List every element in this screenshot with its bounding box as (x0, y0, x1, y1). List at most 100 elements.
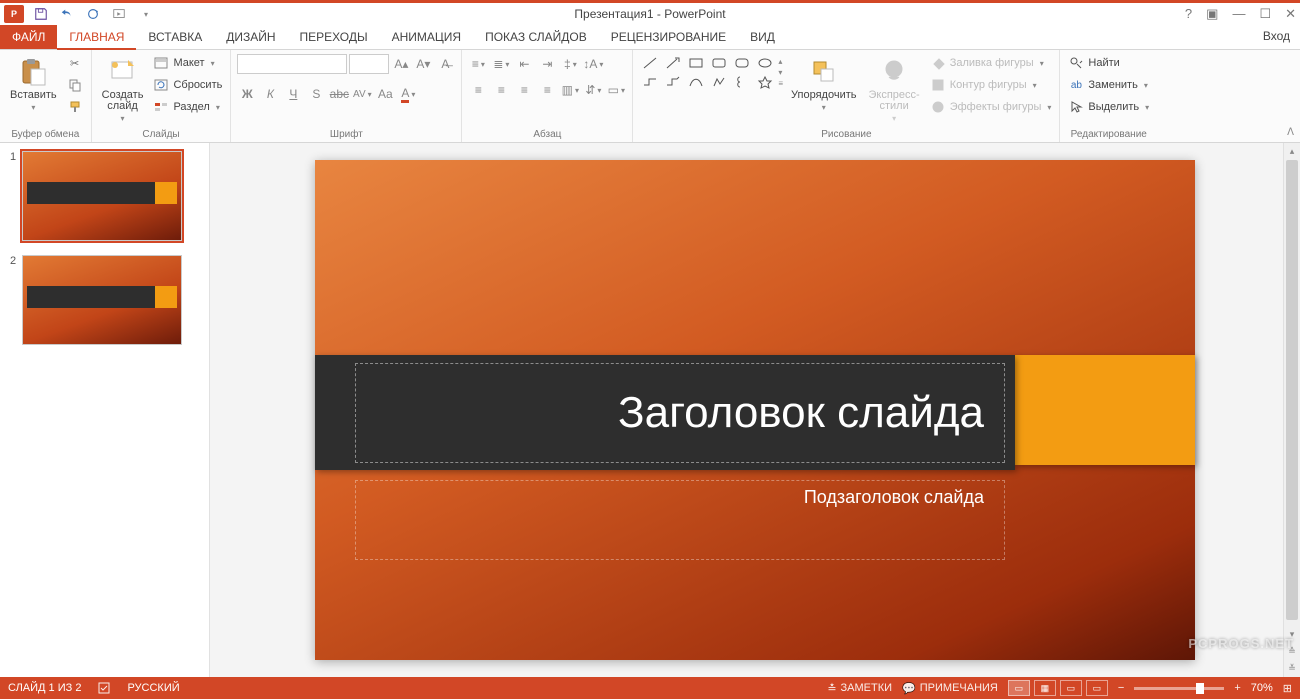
close-icon[interactable]: ✕ (1285, 6, 1296, 22)
line-spacing-button[interactable]: ‡ (560, 54, 580, 74)
undo-icon[interactable] (58, 5, 76, 23)
reset-button[interactable]: Сбросить (151, 76, 224, 94)
slide-thumbnail-2[interactable] (22, 255, 182, 345)
select-button[interactable]: Выделить (1066, 98, 1151, 116)
char-spacing-button[interactable]: AV (352, 84, 372, 104)
notes-button[interactable]: ≛ ЗАМЕТКИ (827, 682, 892, 695)
tab-view[interactable]: ВИД (738, 25, 787, 49)
gallery-more-icon[interactable]: ≡ (778, 79, 783, 88)
gallery-down-icon[interactable]: ▾ (778, 68, 783, 77)
font-name-combo[interactable] (237, 54, 347, 74)
arrange-button[interactable]: Упорядочить ▾ (787, 54, 860, 114)
spellcheck-icon[interactable] (97, 681, 111, 695)
quick-styles-button[interactable]: Экспресс- стили ▾ (865, 54, 924, 125)
normal-view-button[interactable]: ▭ (1008, 680, 1030, 696)
columns-button[interactable]: ▥ (560, 80, 580, 100)
shape-rect-icon[interactable] (685, 54, 707, 72)
align-right-button[interactable]: ≡ (514, 80, 534, 100)
maximize-icon[interactable]: ☐ (1259, 6, 1271, 22)
zoom-in-button[interactable]: + (1234, 682, 1240, 694)
decrease-indent-button[interactable]: ⇤ (514, 54, 534, 74)
copy-button[interactable] (65, 76, 85, 94)
tab-review[interactable]: РЕЦЕНЗИРОВАНИЕ (599, 25, 738, 49)
bold-button[interactable]: Ж (237, 84, 257, 104)
tab-file[interactable]: ФАЙЛ (0, 25, 57, 49)
shape-effects-button[interactable]: Эффекты фигуры (928, 98, 1054, 116)
align-center-button[interactable]: ≡ (491, 80, 511, 100)
decrease-font-icon[interactable]: A▾ (413, 54, 433, 74)
tab-transitions[interactable]: ПЕРЕХОДЫ (288, 25, 380, 49)
replace-button[interactable]: abЗаменить (1066, 76, 1151, 94)
collapse-ribbon-icon[interactable]: ᐱ (1287, 127, 1294, 138)
accent-orange-shape[interactable] (1015, 355, 1195, 465)
shape-outline-button[interactable]: Контур фигуры (928, 76, 1054, 94)
shape-roundrect-icon[interactable] (708, 54, 730, 72)
zoom-out-button[interactable]: − (1118, 682, 1124, 694)
scroll-thumb[interactable] (1286, 160, 1298, 620)
comments-button[interactable]: 💬 ПРИМЕЧАНИЯ (902, 682, 998, 695)
tab-design[interactable]: ДИЗАЙН (214, 25, 287, 49)
format-painter-button[interactable] (65, 98, 85, 116)
slide-canvas[interactable]: Заголовок слайда Подзаголовок слайда (315, 160, 1195, 660)
bullets-button[interactable]: ≡ (468, 54, 488, 74)
paste-button[interactable]: Вставить ▾ (6, 54, 61, 114)
zoom-level[interactable]: 70% (1251, 682, 1273, 694)
sorter-view-button[interactable]: ▦ (1034, 680, 1056, 696)
ribbon-display-icon[interactable]: ▣ (1206, 6, 1218, 22)
shape-curve-icon[interactable] (685, 73, 707, 91)
text-direction-button[interactable]: ↕A (583, 54, 603, 74)
increase-indent-button[interactable]: ⇥ (537, 54, 557, 74)
shape-brace-icon[interactable] (731, 73, 753, 91)
title-placeholder[interactable]: Заголовок слайда (355, 363, 1005, 463)
shape-roundrect2-icon[interactable] (731, 54, 753, 72)
tab-insert[interactable]: ВСТАВКА (136, 25, 214, 49)
numbering-button[interactable]: ≣ (491, 54, 511, 74)
layout-button[interactable]: Макет (151, 54, 224, 72)
font-size-combo[interactable] (349, 54, 389, 74)
shape-fill-button[interactable]: Заливка фигуры (928, 54, 1054, 72)
zoom-slider[interactable] (1134, 687, 1224, 690)
smartart-button[interactable]: ▭ (606, 80, 626, 100)
save-icon[interactable] (32, 5, 50, 23)
help-icon[interactable]: ? (1185, 6, 1192, 22)
slide-thumbnail-1[interactable] (22, 151, 182, 241)
italic-button[interactable]: К (260, 84, 280, 104)
minimize-icon[interactable]: ― (1232, 6, 1245, 22)
tab-home[interactable]: ГЛАВНАЯ (57, 25, 136, 50)
language-status[interactable]: РУССКИЙ (127, 682, 179, 694)
shape-connector1-icon[interactable] (639, 73, 661, 91)
clear-formatting-icon[interactable]: A̶ (435, 54, 455, 74)
vertical-scrollbar[interactable]: ▴ ▾ ≙ ≚ (1283, 143, 1300, 677)
shape-connector2-icon[interactable] (662, 73, 684, 91)
font-color-button[interactable]: A (398, 84, 418, 104)
sign-in-link[interactable]: Вход (1263, 29, 1290, 43)
shape-arrow-icon[interactable] (662, 54, 684, 72)
shadow-button[interactable]: S (306, 84, 326, 104)
scroll-up-icon[interactable]: ▴ (1284, 143, 1300, 160)
find-button[interactable]: Найти (1066, 54, 1151, 72)
align-text-button[interactable]: ⇵ (583, 80, 603, 100)
tab-slideshow[interactable]: ПОКАЗ СЛАЙДОВ (473, 25, 599, 49)
slideshow-view-button[interactable]: ▭ (1086, 680, 1108, 696)
start-from-beginning-icon[interactable] (110, 5, 128, 23)
underline-button[interactable]: Ч (283, 84, 303, 104)
shapes-gallery[interactable] (639, 54, 776, 91)
cut-button[interactable]: ✂ (65, 54, 85, 72)
subtitle-placeholder[interactable]: Подзаголовок слайда (355, 480, 1005, 560)
shape-oval-icon[interactable] (754, 54, 776, 72)
shape-line-icon[interactable] (639, 54, 661, 72)
change-case-button[interactable]: Aa (375, 84, 395, 104)
slide-counter[interactable]: СЛАЙД 1 ИЗ 2 (8, 682, 81, 694)
gallery-up-icon[interactable]: ▴ (778, 57, 783, 66)
next-slide-icon[interactable]: ≚ (1284, 660, 1300, 677)
strikethrough-button[interactable]: abc (329, 84, 349, 104)
reading-view-button[interactable]: ▭ (1060, 680, 1082, 696)
redo-icon[interactable] (84, 5, 102, 23)
increase-font-icon[interactable]: A▴ (391, 54, 411, 74)
align-left-button[interactable]: ≡ (468, 80, 488, 100)
shape-star-icon[interactable] (754, 73, 776, 91)
justify-button[interactable]: ≡ (537, 80, 557, 100)
zoom-handle[interactable] (1196, 683, 1204, 694)
qat-customize-icon[interactable] (136, 5, 154, 23)
fit-to-window-button[interactable]: ⊞ (1283, 682, 1292, 695)
